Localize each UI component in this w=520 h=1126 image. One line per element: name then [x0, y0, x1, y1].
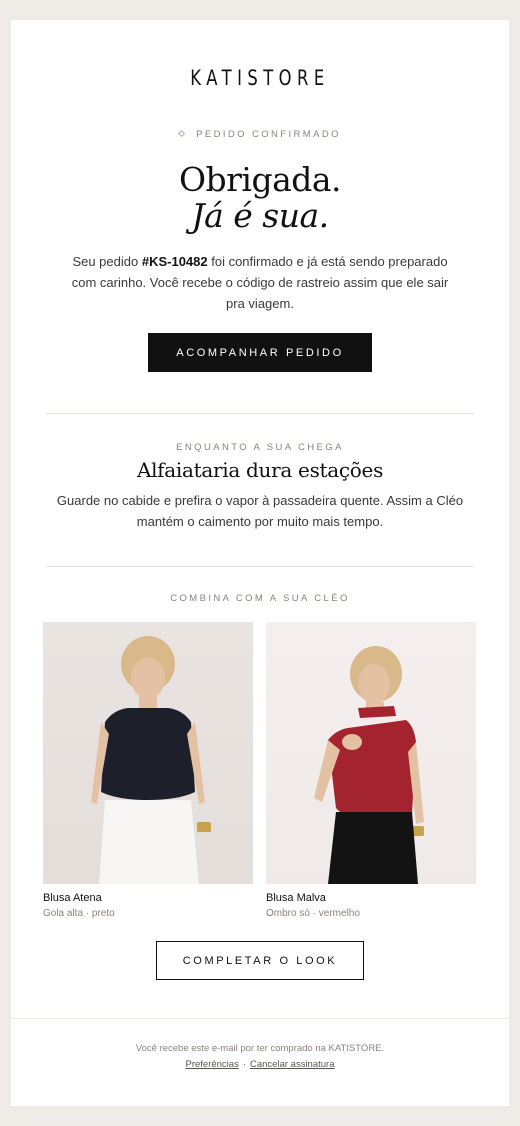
- brand-logo[interactable]: KATISTORE: [66, 66, 454, 90]
- care-title: Alfaiataria dura estações: [136, 458, 384, 482]
- preferences-link[interactable]: Preferências: [185, 1059, 238, 1070]
- footer-note: Você recebe este e-mail por ter comprado…: [135, 1043, 385, 1054]
- diamond-icon: [178, 129, 186, 138]
- model-photo-atena: [91, 636, 211, 884]
- unsubscribe-link[interactable]: Cancelar assinatura: [250, 1059, 335, 1070]
- page-title: Obrigada. Já é sua.: [11, 162, 509, 234]
- confirmation-eyebrow: PEDIDO CONFIRMADO: [11, 129, 509, 140]
- divider: [46, 566, 474, 567]
- care-text: Guarde no cabide e prefira o vapor à pas…: [56, 493, 464, 529]
- recommendations-eyebrow: COMBINA COM A SUA CLÉO: [170, 593, 350, 604]
- title-line-1: Obrigada.: [178, 160, 342, 199]
- product-image[interactable]: [266, 622, 476, 884]
- product-card-malva[interactable]: Blusa Malva Ombro só · vermelho: [266, 622, 476, 919]
- order-message: Seu pedido #KS-10482 foi confirmado e já…: [71, 251, 449, 314]
- complete-look-button[interactable]: COMPLETAR O LOOK: [156, 941, 364, 980]
- order-number: #KS-10482: [141, 254, 208, 269]
- footer-divider: [11, 1018, 509, 1019]
- confirmation-eyebrow-text: PEDIDO CONFIRMADO: [196, 129, 341, 140]
- email-card: KATISTORE PEDIDO CONFIRMADO Obrigada. Já…: [11, 20, 509, 1106]
- product-name[interactable]: Blusa Atena: [43, 892, 253, 904]
- product-card-atena[interactable]: Blusa Atena Gola alta · preto: [43, 622, 253, 919]
- product-description: Gola alta · preto: [43, 908, 115, 919]
- divider: [46, 413, 474, 414]
- product-image[interactable]: [43, 622, 253, 884]
- footer-separator: ·: [242, 1059, 246, 1070]
- track-order-button[interactable]: ACOMPANHAR PEDIDO: [148, 333, 372, 372]
- footer-links: Preferências · Cancelar assinatura: [11, 1059, 509, 1070]
- product-description: Ombro só · vermelho: [266, 908, 360, 919]
- product-name[interactable]: Blusa Malva: [266, 892, 476, 904]
- care-eyebrow: ENQUANTO A SUA CHEGA: [176, 442, 344, 453]
- order-message-prefix: Seu pedido: [72, 254, 142, 269]
- model-photo-malva: [314, 646, 424, 884]
- title-line-2: Já é sua.: [191, 196, 329, 235]
